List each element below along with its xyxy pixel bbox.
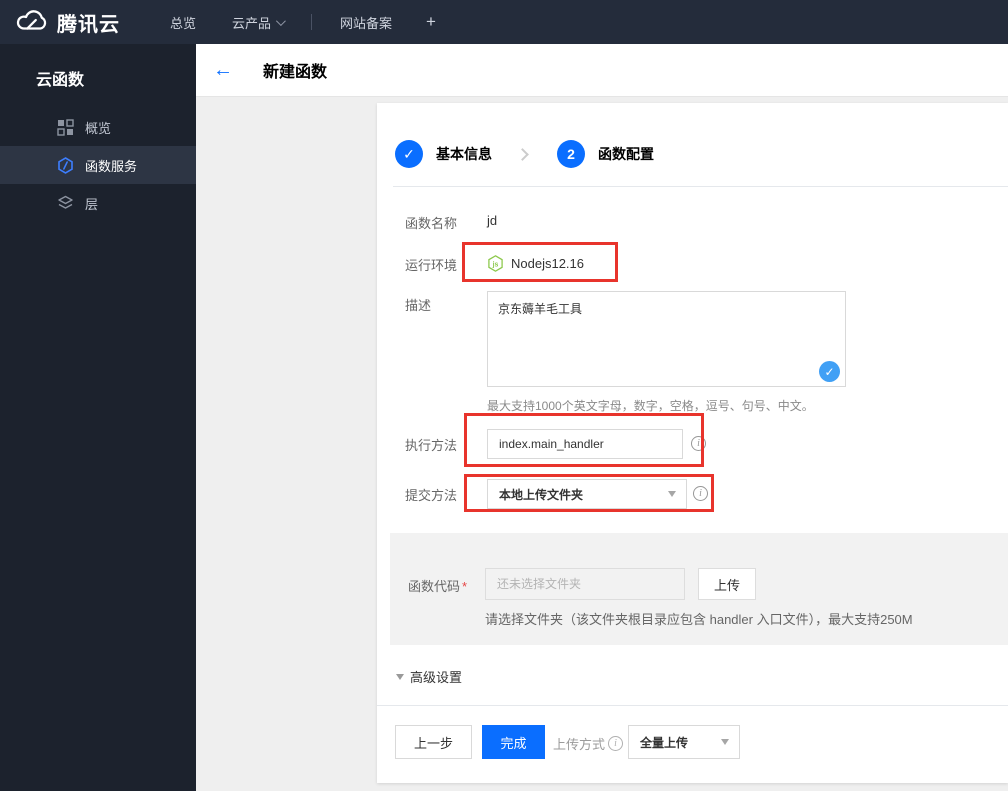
- tencent-cloud-logo[interactable]: 腾讯云: [0, 8, 134, 37]
- upload-mode-info-icon[interactable]: [608, 736, 624, 751]
- sidebar: 云函数 概览 函数服务 层: [0, 44, 196, 791]
- add-tab-button[interactable]: +: [410, 12, 452, 32]
- nav-overview-label: 总览: [170, 15, 197, 31]
- layers-icon: [57, 195, 74, 212]
- form-card: ✓ 基本信息 2 函数配置 函数名称 jd 运行环境 js Nodejs12.1…: [377, 103, 1008, 783]
- function-name-value: jd: [487, 213, 498, 228]
- dropdown-caret-icon: [721, 739, 729, 745]
- submit-method-value: 本地上传文件夹: [499, 487, 584, 502]
- handler-label: 执行方法: [405, 438, 458, 453]
- handler-info-icon[interactable]: [691, 436, 706, 451]
- runtime-value: js Nodejs12.16: [487, 255, 584, 272]
- nav-item-icp[interactable]: 网站备案: [322, 0, 410, 44]
- back-arrow-icon[interactable]: ←: [213, 60, 233, 80]
- folder-path-input[interactable]: [485, 568, 685, 600]
- sidebar-title: 云函数: [36, 72, 85, 89]
- runtime-text: Nodejs12.16: [511, 256, 584, 271]
- nav-products-label: 云产品: [232, 15, 272, 31]
- description-textarea[interactable]: 京东薅羊毛工具: [487, 291, 846, 387]
- function-code-label: 函数代码 *: [408, 576, 467, 595]
- nodejs-icon: js: [487, 255, 504, 272]
- description-hint: 最大支持1000个英文字母，数字，空格，逗号、句号、中文。: [487, 399, 814, 413]
- submit-method-select[interactable]: 本地上传文件夹: [487, 479, 687, 509]
- function-name-label: 函数名称: [405, 216, 458, 231]
- brand-name: 腾讯云: [57, 13, 120, 36]
- upload-mode-label: 上传方式: [553, 737, 606, 752]
- steps-divider: [393, 186, 1008, 187]
- submit-method-info-icon[interactable]: [693, 486, 708, 501]
- grid-icon: [57, 118, 74, 136]
- upload-mode-select[interactable]: 全量上传: [628, 725, 740, 759]
- required-asterisk: *: [462, 579, 468, 594]
- submit-method-label: 提交方法: [405, 488, 458, 503]
- sidebar-item-label: 层: [85, 196, 99, 212]
- nav-item-overview[interactable]: 总览: [152, 0, 214, 44]
- upload-button[interactable]: 上传: [698, 568, 756, 600]
- step1-check-icon: ✓: [395, 140, 423, 168]
- content-area: ✓ 基本信息 2 函数配置 函数名称 jd 运行环境 js Nodejs12.1…: [196, 97, 1008, 791]
- description-label: 描述: [405, 298, 432, 313]
- upload-mode: 上传方式: [553, 734, 624, 753]
- runtime-label: 运行环境: [405, 258, 458, 273]
- nav-item-products[interactable]: 云产品: [214, 0, 301, 44]
- function-code-section: 函数代码* 上传 请选择文件夹（该文件夹根目录应包含 handler 入口文件）…: [390, 533, 1008, 645]
- page-header: ← 新建函数: [196, 44, 1008, 97]
- nav-divider: [311, 14, 313, 30]
- step1-label: 基本信息: [436, 146, 492, 162]
- sidebar-item-label: 概览: [85, 120, 112, 136]
- step-indicator: ✓ 基本信息 2 函数配置: [395, 140, 654, 168]
- tencent-cloud-logo-icon: [15, 8, 49, 36]
- function-hexagon-icon: [57, 156, 74, 174]
- chevron-down-icon: [275, 15, 286, 26]
- sidebar-item-label: 函数服务: [85, 158, 138, 174]
- step2-number: 2: [557, 140, 585, 168]
- sidebar-item-function-service[interactable]: 函数服务: [0, 146, 196, 184]
- dropdown-caret-icon: [668, 491, 676, 497]
- upload-mode-value: 全量上传: [640, 735, 689, 750]
- chevron-right-icon: [516, 147, 529, 161]
- valid-check-icon: ✓: [819, 361, 840, 382]
- prev-step-button[interactable]: 上一步: [395, 725, 472, 759]
- advanced-settings-label: 高级设置: [410, 670, 463, 685]
- triangle-down-icon: [396, 673, 404, 680]
- advanced-settings-toggle[interactable]: 高级设置: [396, 667, 462, 686]
- sidebar-item-layers[interactable]: 层: [0, 184, 196, 222]
- footer-divider: [377, 705, 1008, 706]
- function-code-label-text: 函数代码: [408, 579, 461, 594]
- svg-text:js: js: [492, 261, 499, 268]
- nav-icp-label: 网站备案: [340, 15, 393, 31]
- sidebar-item-overview[interactable]: 概览: [0, 108, 196, 146]
- page-title: 新建函数: [263, 64, 328, 81]
- function-code-hint: 请选择文件夹（该文件夹根目录应包含 handler 入口文件），最大支持250M: [485, 612, 913, 627]
- finish-button[interactable]: 完成: [482, 725, 545, 759]
- top-navbar: 腾讯云 总览 云产品 网站备案 +: [0, 0, 1008, 44]
- handler-input[interactable]: [487, 429, 683, 459]
- step2-label: 函数配置: [598, 146, 654, 162]
